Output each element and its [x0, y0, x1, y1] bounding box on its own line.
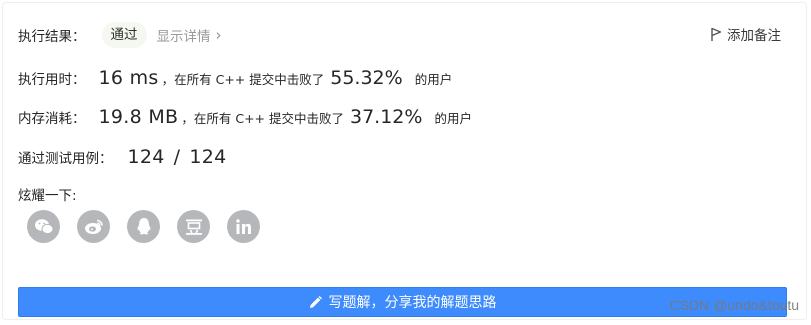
linkedin-icon[interactable]	[227, 210, 260, 243]
pencil-icon	[309, 295, 322, 308]
memory-label: 内存消耗：	[18, 111, 86, 127]
status-badge: 通过	[101, 22, 147, 48]
show-details-label: 显示详情	[156, 29, 211, 45]
runtime-value: 16 ms	[98, 67, 159, 89]
douban-icon[interactable]	[177, 210, 210, 243]
result-label: 执行结果：	[18, 29, 86, 45]
memory-beat-prefix: ，在所有 C++ 提交中击败了	[181, 110, 344, 126]
runtime-row: 执行用时： 16 ms ，在所有 C++ 提交中击败了 55.32% 的用户	[18, 64, 452, 92]
write-solution-label: 写题解，分享我的解题思路	[328, 295, 497, 311]
weibo-icon[interactable]	[77, 210, 110, 243]
test-cases-label: 通过测试用例：	[18, 151, 113, 167]
memory-beat-suffix: 的用户	[434, 110, 472, 126]
test-cases-row: 通过测试用例： 124 / 124	[18, 143, 227, 171]
test-cases-separator: /	[173, 146, 181, 168]
memory-percent: 37.12%	[350, 106, 423, 128]
runtime-label: 执行用时：	[18, 72, 86, 88]
wechat-icon[interactable]	[27, 210, 60, 243]
qq-icon[interactable]	[127, 210, 160, 243]
share-icons	[27, 210, 277, 243]
show-details-link[interactable]: 显示详情 ›	[157, 25, 222, 45]
add-note-label: 添加备注	[727, 28, 781, 44]
flag-icon	[711, 27, 722, 41]
memory-value: 19.8 MB	[98, 106, 179, 128]
test-cases-passed: 124	[127, 146, 165, 168]
runtime-beat-suffix: 的用户	[414, 71, 453, 87]
add-note-button[interactable]: 添加备注	[710, 24, 781, 44]
share-label: 炫耀一下:	[18, 188, 77, 204]
memory-row: 内存消耗： 19.8 MB ，在所有 C++ 提交中击败了 37.12% 的用户	[18, 103, 472, 131]
runtime-percent: 55.32%	[330, 67, 403, 89]
chevron-right-icon: ›	[215, 26, 222, 44]
result-row: 执行结果： 通过 显示详情 ›	[18, 21, 222, 49]
share-row: 炫耀一下:	[18, 183, 77, 205]
watermark: CSDN @undo&toutu	[669, 297, 799, 313]
runtime-beat-prefix: ，在所有 C++ 提交中击败了	[161, 71, 325, 87]
test-cases-total: 124	[189, 146, 227, 168]
